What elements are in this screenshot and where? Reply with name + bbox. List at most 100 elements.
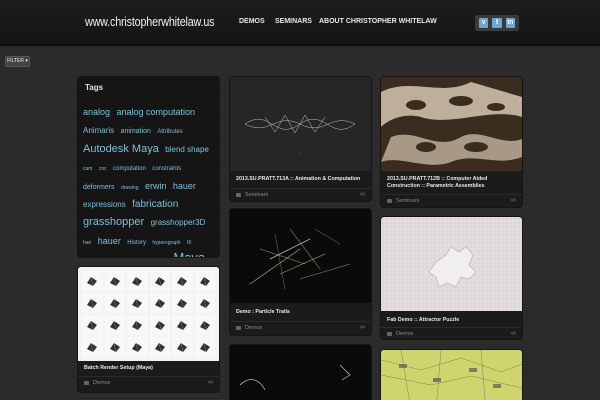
post-card[interactable]: Batch Render Setup (Maya) Demos ∞ xyxy=(78,267,219,392)
card-footer: Seminars ∞ xyxy=(230,188,371,200)
post-card[interactable]: ... 2013.SU.PRATT.713A :: Animation & Co… xyxy=(230,77,371,201)
nav-demos[interactable]: DEMOS xyxy=(239,18,265,25)
twitter-icon[interactable]: t xyxy=(492,18,502,28)
card-title[interactable]: Batch Render Setup (Maya) xyxy=(84,365,153,372)
tag-link[interactable]: blend shape xyxy=(165,145,209,154)
card-footer: Seminars ∞ xyxy=(381,194,522,206)
tag-link[interactable]: animation xyxy=(121,128,151,135)
category-link[interactable]: Demos xyxy=(84,380,110,386)
card-footer: Demos ∞ xyxy=(78,376,219,388)
tag-link[interactable]: hauer xyxy=(98,236,121,246)
render-tile xyxy=(127,315,148,335)
folder-icon xyxy=(84,381,89,385)
post-card[interactable]: Fab Demo :: Attractor Puzzle Demos ∞ xyxy=(381,217,522,339)
render-tile xyxy=(194,315,215,335)
tags-title: Tags xyxy=(85,83,104,92)
tags-card: Tags analog analog computation Animaris … xyxy=(78,77,219,257)
render-tile xyxy=(194,293,215,313)
post-card[interactable] xyxy=(381,350,522,400)
vimeo-icon[interactable]: v xyxy=(479,18,489,28)
thumbnail-image[interactable] xyxy=(381,77,522,171)
tag-link[interactable]: analog xyxy=(83,107,110,117)
tag-link[interactable]: fabrication xyxy=(132,199,178,210)
tag-link[interactable]: erwin xyxy=(145,181,167,191)
render-tile xyxy=(172,337,193,357)
tag-link[interactable]: cnc xyxy=(99,166,107,172)
link-icon[interactable]: ∞ xyxy=(360,324,365,331)
tag-link[interactable]: Animaris xyxy=(83,126,114,135)
folder-icon xyxy=(387,332,392,336)
category-link[interactable]: Demos xyxy=(387,331,413,337)
tag-cloud: analog analog computation Animaris anima… xyxy=(83,102,216,257)
link-icon[interactable]: ∞ xyxy=(511,197,516,204)
social-links: v t in xyxy=(475,15,519,31)
card-title[interactable]: 2013.SU.PRATT.712B :: Computer Aided Con… xyxy=(387,176,515,190)
render-tile xyxy=(104,271,125,291)
tag-link[interactable]: grasshopper3D xyxy=(151,218,206,227)
tag-link[interactable]: grasshopper xyxy=(83,216,144,228)
render-tile xyxy=(194,337,215,357)
render-tile xyxy=(149,293,170,313)
category-link[interactable]: Seminars xyxy=(387,198,419,204)
tag-link[interactable]: History xyxy=(127,240,146,246)
tag-link[interactable]: expressions xyxy=(83,200,126,209)
render-tile xyxy=(82,271,103,291)
tag-link[interactable]: IK xyxy=(187,240,192,246)
post-card[interactable]: Demo : Particle Trails Demos ∞ xyxy=(230,209,371,335)
tag-link[interactable]: analog computation xyxy=(116,107,195,117)
card-footer: Demos ∞ xyxy=(230,321,371,333)
thumbnail-image[interactable]: ... xyxy=(230,77,371,171)
svg-text:...: ... xyxy=(298,150,301,155)
render-tile xyxy=(127,271,148,291)
render-tile xyxy=(104,293,125,313)
folder-icon xyxy=(387,199,392,203)
post-card[interactable]: 2013.SU.PRATT.712B :: Computer Aided Con… xyxy=(381,77,522,207)
top-navigation-bar: www.christopherwhitelaw.us DEMOS SEMINAR… xyxy=(0,0,600,46)
render-tile xyxy=(127,293,148,313)
tag-link[interactable]: constraints xyxy=(152,166,181,172)
render-tile xyxy=(127,337,148,357)
linkedin-icon[interactable]: in xyxy=(505,18,515,28)
card-title[interactable]: 2013.SU.PRATT.713A :: Animation & Comput… xyxy=(236,176,360,183)
card-footer: Demos ∞ xyxy=(381,327,522,339)
thumbnail-image[interactable] xyxy=(381,217,522,311)
thumbnail-image[interactable] xyxy=(381,350,522,400)
tag-link[interactable]: hauer xyxy=(173,181,196,191)
post-card[interactable] xyxy=(230,345,371,400)
render-tile xyxy=(82,337,103,357)
nav-seminars[interactable]: SEMINARS xyxy=(275,18,312,25)
render-tile xyxy=(149,315,170,335)
tag-link[interactable]: cam xyxy=(83,166,92,172)
render-tile xyxy=(172,315,193,335)
folder-icon xyxy=(236,326,241,330)
render-tile xyxy=(172,293,193,313)
tag-link[interactable]: drawing xyxy=(121,185,139,191)
link-icon[interactable]: ∞ xyxy=(208,379,213,386)
tag-link[interactable]: hyperograph xyxy=(152,240,180,246)
link-icon[interactable]: ∞ xyxy=(360,191,365,198)
thumbnail-image[interactable] xyxy=(230,345,371,400)
filter-button[interactable]: FILTER ▾ xyxy=(5,56,30,67)
nav-about[interactable]: ABOUT CHRISTOPHER WHITELAW xyxy=(319,18,437,25)
render-tile xyxy=(104,315,125,335)
category-link[interactable]: Demos xyxy=(236,325,262,331)
render-tile xyxy=(104,337,125,357)
tag-link[interactable]: Attributes xyxy=(157,129,182,135)
folder-icon xyxy=(236,193,241,197)
render-tile xyxy=(149,337,170,357)
tag-link[interactable]: Autodesk Maya xyxy=(83,143,159,155)
render-tile xyxy=(82,293,103,313)
thumbnail-image[interactable] xyxy=(230,209,371,303)
category-link[interactable]: Seminars xyxy=(236,192,268,198)
render-tile xyxy=(149,271,170,291)
tag-link[interactable]: deformers xyxy=(83,184,115,191)
tag-link[interactable]: hair xyxy=(83,240,91,246)
site-title[interactable]: www.christopherwhitelaw.us xyxy=(85,15,215,29)
link-icon[interactable]: ∞ xyxy=(511,330,516,337)
thumbnail-image[interactable] xyxy=(78,267,219,361)
tag-link[interactable]: computation xyxy=(113,166,146,172)
render-tile xyxy=(82,315,103,335)
tag-link[interactable]: Maya xyxy=(173,250,205,257)
card-title[interactable]: Demo : Particle Trails xyxy=(236,309,290,316)
card-title[interactable]: Fab Demo :: Attractor Puzzle xyxy=(387,317,459,324)
